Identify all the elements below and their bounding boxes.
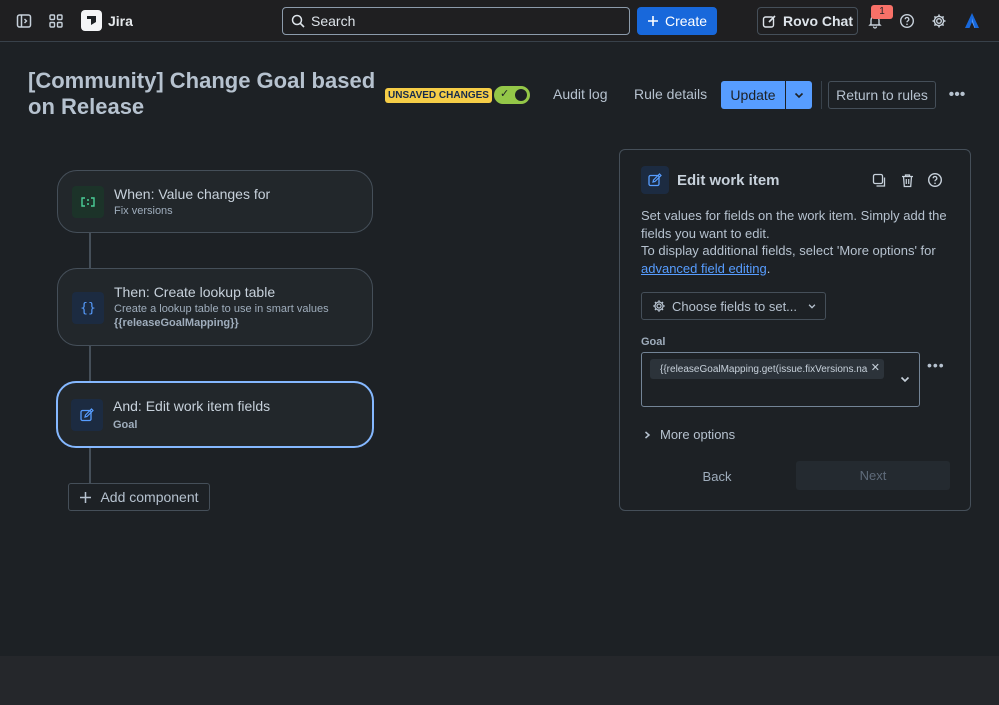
chevron-right-icon xyxy=(645,430,651,439)
plus-icon xyxy=(647,16,658,26)
top-navigation: Jira Search Create Rovo Chat 1 xyxy=(0,0,999,42)
rule-details-button[interactable]: Rule details xyxy=(634,86,707,102)
audit-log-button[interactable]: Audit log xyxy=(553,86,607,102)
flow-connector xyxy=(89,345,91,382)
edit-work-item-panel: Edit work item Set values for fields on … xyxy=(619,149,971,511)
chevron-down-icon xyxy=(808,304,816,309)
action-node[interactable]: {} Then: Create lookup table Create a lo… xyxy=(57,268,373,346)
edit-icon xyxy=(641,166,669,194)
rovo-chat-label: Rovo Chat xyxy=(783,13,853,29)
choose-fields-label: Choose fields to set... xyxy=(672,298,798,314)
more-options-toggle[interactable]: More options xyxy=(642,427,735,442)
node-title: When: Value changes for xyxy=(114,186,271,202)
rule-enabled-toggle[interactable]: ✓ xyxy=(494,86,530,104)
rovo-chat-button[interactable]: Rovo Chat xyxy=(757,7,858,35)
curly-braces-icon: {} xyxy=(72,292,104,324)
search-placeholder: Search xyxy=(311,13,356,29)
gear-icon xyxy=(653,300,665,312)
value-changes-icon xyxy=(72,186,104,218)
unsaved-changes-badge: UNSAVED CHANGES xyxy=(385,88,492,103)
notification-count-badge: 1 xyxy=(871,5,893,19)
chevron-down-icon xyxy=(794,92,804,99)
chat-edit-icon xyxy=(762,14,776,28)
app-switcher-icon[interactable] xyxy=(43,8,69,34)
app-name[interactable]: Jira xyxy=(108,13,133,29)
help-icon[interactable] xyxy=(894,8,920,34)
add-component-label: Add component xyxy=(100,489,199,505)
search-icon xyxy=(291,14,305,28)
flow-connector xyxy=(89,232,91,269)
node-detail: {{releaseGoalMapping}} xyxy=(114,317,239,329)
create-button[interactable]: Create xyxy=(637,7,717,35)
jira-logo-icon[interactable] xyxy=(81,10,102,31)
panel-title: Edit work item xyxy=(677,172,780,189)
node-title: Then: Create lookup table xyxy=(114,284,276,300)
choose-fields-button[interactable]: Choose fields to set... xyxy=(641,292,826,320)
duplicate-icon[interactable] xyxy=(870,171,888,189)
node-title: And: Edit work item fields xyxy=(113,398,271,414)
goal-value-text: {{releaseGoalMapping.get(issue.fixVersio… xyxy=(660,363,868,375)
panel-description: Set values for fields on the work item. … xyxy=(641,207,961,277)
return-to-rules-button[interactable]: Return to rules xyxy=(828,81,936,109)
footer-band xyxy=(0,656,999,705)
advanced-field-editing-link[interactable]: advanced field editing xyxy=(641,261,767,276)
node-detail: Goal xyxy=(113,419,138,431)
edit-fields-node[interactable]: And: Edit work item fields Goal xyxy=(56,381,374,448)
delete-trash-icon[interactable] xyxy=(898,171,916,189)
node-subtitle: Fix versions xyxy=(114,205,173,217)
settings-gear-icon[interactable] xyxy=(926,8,952,34)
description-line-2: To display additional fields, select 'Mo… xyxy=(641,243,936,276)
check-icon: ✓ xyxy=(500,88,510,100)
trigger-node[interactable]: When: Value changes for Fix versions xyxy=(57,170,373,233)
update-button[interactable]: Update xyxy=(721,81,785,109)
goal-field-label: Goal xyxy=(641,336,666,348)
update-dropdown-button[interactable] xyxy=(786,81,812,109)
back-button[interactable]: Back xyxy=(682,462,752,490)
chevron-down-icon[interactable] xyxy=(899,373,911,385)
goal-select-field[interactable]: {{releaseGoalMapping.get(issue.fixVersio… xyxy=(641,352,920,407)
atlassian-logo-icon[interactable] xyxy=(959,8,985,34)
page-title: [Community] Change Goal based on Release xyxy=(28,68,376,119)
goal-value-chip: {{releaseGoalMapping.get(issue.fixVersio… xyxy=(650,359,884,379)
edit-icon xyxy=(71,399,103,431)
field-more-icon[interactable]: ••• xyxy=(927,357,945,373)
next-button[interactable]: Next xyxy=(796,461,950,490)
more-options-label: More options xyxy=(660,427,736,442)
description-line-1: Set values for fields on the work item. … xyxy=(641,208,947,241)
create-label: Create xyxy=(664,13,708,29)
toggle-knob xyxy=(515,89,527,101)
plus-icon xyxy=(80,491,92,503)
remove-value-icon[interactable]: ✕ xyxy=(867,361,880,374)
help-icon[interactable] xyxy=(926,171,944,189)
node-subtitle: Create a lookup table to use in smart va… xyxy=(114,303,329,315)
header-divider xyxy=(821,81,822,109)
add-component-button[interactable]: Add component xyxy=(68,483,210,511)
more-actions-icon[interactable]: ••• xyxy=(946,81,968,109)
sidebar-toggle-icon[interactable] xyxy=(11,8,37,34)
flow-connector xyxy=(89,447,91,484)
search-input[interactable]: Search xyxy=(282,7,630,35)
